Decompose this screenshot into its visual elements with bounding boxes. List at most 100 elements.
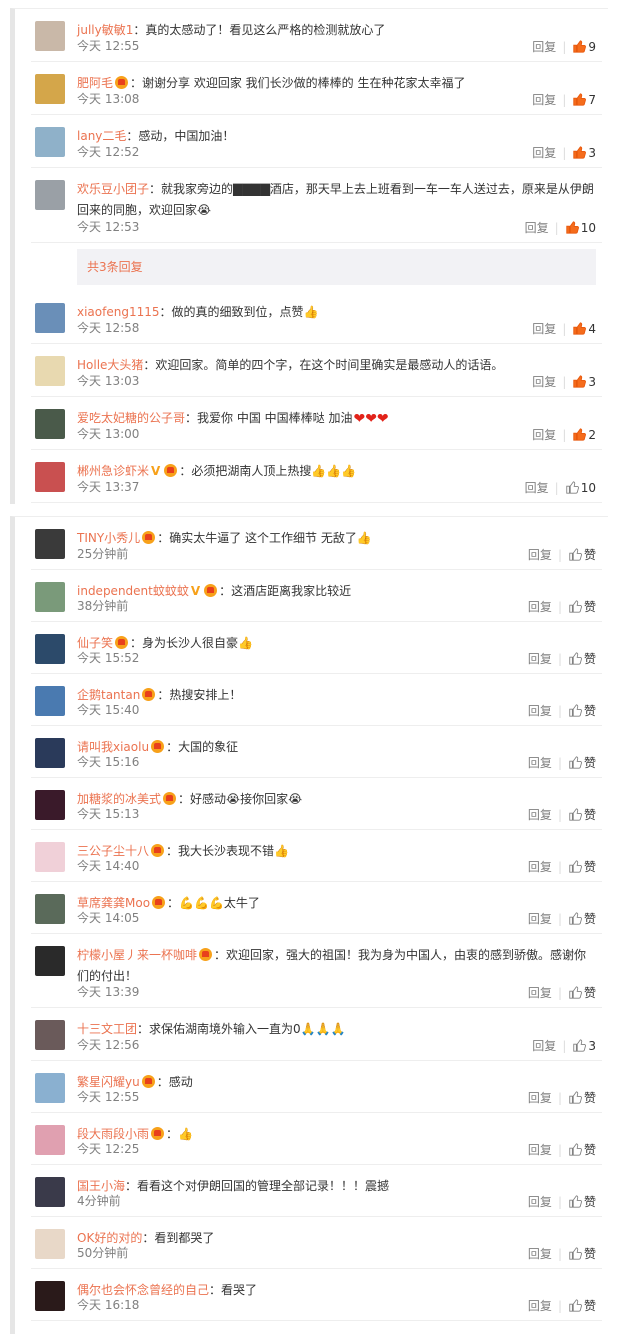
- avatar[interactable]: [35, 303, 65, 333]
- emoji-icon: 👍: [238, 636, 253, 650]
- username-link[interactable]: 肥阿毛: [77, 76, 113, 90]
- avatar[interactable]: [35, 1073, 65, 1103]
- username-link[interactable]: Holle大头猪: [77, 358, 143, 372]
- reply-button[interactable]: 回复: [532, 38, 556, 55]
- username-link[interactable]: 爱吃太妃糖的公子哥: [77, 411, 185, 425]
- reply-button[interactable]: 回复: [532, 426, 556, 443]
- avatar[interactable]: [35, 462, 65, 492]
- username-link[interactable]: 请叫我xiaolu: [77, 740, 149, 754]
- like-button[interactable]: 10: [565, 480, 596, 495]
- comment-actions: 回复 | 赞: [528, 1089, 596, 1106]
- avatar[interactable]: [35, 842, 65, 872]
- reply-button[interactable]: 回复: [528, 1297, 552, 1314]
- avatar[interactable]: [35, 529, 65, 559]
- like-button[interactable]: 赞: [568, 806, 596, 823]
- reply-button[interactable]: 回复: [528, 1089, 552, 1106]
- username-link[interactable]: OK好的对的: [77, 1231, 142, 1245]
- reply-button[interactable]: 回复: [528, 1141, 552, 1158]
- avatar[interactable]: [35, 180, 65, 210]
- username-link[interactable]: 偶尔也会怀念曾经的自己: [77, 1283, 209, 1297]
- reply-button[interactable]: 回复: [528, 650, 552, 667]
- username-link[interactable]: 国王小海: [77, 1179, 125, 1193]
- like-button[interactable]: 赞: [568, 598, 596, 615]
- reply-button[interactable]: 回复: [525, 219, 549, 236]
- username-link[interactable]: TINY小秀儿: [77, 531, 140, 545]
- avatar[interactable]: [35, 790, 65, 820]
- username-link[interactable]: 十三文工团: [77, 1022, 137, 1036]
- like-button[interactable]: 2: [572, 427, 596, 442]
- username-link[interactable]: 郴州急诊虾米: [77, 464, 149, 478]
- avatar[interactable]: [35, 1125, 65, 1155]
- username-link[interactable]: independent蚊蚊蚊: [77, 584, 189, 598]
- like-button[interactable]: 赞: [568, 1245, 596, 1262]
- reply-button[interactable]: 回复: [532, 1037, 556, 1054]
- avatar[interactable]: [35, 356, 65, 386]
- avatar[interactable]: [35, 1020, 65, 1050]
- like-button[interactable]: 赞: [568, 858, 596, 875]
- username-link[interactable]: 段大雨段小雨: [77, 1127, 149, 1141]
- username-link[interactable]: jully敏敏1: [77, 23, 133, 37]
- like-button[interactable]: 赞: [568, 910, 596, 927]
- reply-button[interactable]: 回复: [528, 806, 552, 823]
- reply-button[interactable]: 回复: [532, 320, 556, 337]
- like-button[interactable]: 赞: [568, 1089, 596, 1106]
- like-button[interactable]: 赞: [568, 546, 596, 563]
- like-button[interactable]: 7: [572, 92, 596, 107]
- avatar[interactable]: [35, 409, 65, 439]
- username-link[interactable]: lany二毛: [77, 129, 126, 143]
- like-button[interactable]: 赞: [568, 1141, 596, 1158]
- avatar[interactable]: [35, 634, 65, 664]
- reply-button[interactable]: 回复: [528, 858, 552, 875]
- like-button[interactable]: 3: [572, 1038, 596, 1053]
- username-link[interactable]: 欢乐豆小团子: [77, 182, 149, 196]
- like-button[interactable]: 赞: [568, 1297, 596, 1314]
- comment-actions: 回复 | 赞: [528, 984, 596, 1001]
- avatar[interactable]: [35, 946, 65, 976]
- username-link[interactable]: 草席龚龚Moo: [77, 896, 150, 910]
- avatar[interactable]: [35, 21, 65, 51]
- username-link[interactable]: 仙子笑: [77, 636, 113, 650]
- reply-button[interactable]: 回复: [528, 598, 552, 615]
- username-link[interactable]: 企鹅tantan: [77, 688, 140, 702]
- like-button[interactable]: 赞: [568, 650, 596, 667]
- like-button[interactable]: 赞: [568, 1193, 596, 1210]
- like-button[interactable]: 赞: [568, 754, 596, 771]
- like-button[interactable]: 10: [565, 220, 596, 235]
- username-link[interactable]: 三公子尘十八: [77, 844, 149, 858]
- like-count: 2: [588, 428, 596, 442]
- member-badge-icon: [142, 531, 156, 544]
- like-button[interactable]: 赞: [568, 984, 596, 1001]
- reply-button[interactable]: 回复: [528, 910, 552, 927]
- reply-button[interactable]: 回复: [528, 546, 552, 563]
- reply-button[interactable]: 回复: [528, 1193, 552, 1210]
- avatar[interactable]: [35, 738, 65, 768]
- comment-time: 4分钟前: [77, 1194, 121, 1208]
- avatar[interactable]: [35, 1229, 65, 1259]
- like-button[interactable]: 3: [572, 145, 596, 160]
- avatar[interactable]: [35, 894, 65, 924]
- avatar[interactable]: [35, 127, 65, 157]
- username-link[interactable]: 繁星闪耀yu: [77, 1075, 140, 1089]
- reply-button[interactable]: 回复: [525, 479, 549, 496]
- like-button[interactable]: 3: [572, 374, 596, 389]
- reply-button[interactable]: 回复: [528, 984, 552, 1001]
- reply-button[interactable]: 回复: [532, 373, 556, 390]
- like-button[interactable]: 赞: [568, 702, 596, 719]
- reply-button[interactable]: 回复: [528, 702, 552, 719]
- avatar[interactable]: [35, 1177, 65, 1207]
- avatar[interactable]: [35, 686, 65, 716]
- like-button[interactable]: 4: [572, 321, 596, 336]
- reply-button[interactable]: 回复: [532, 91, 556, 108]
- username-link[interactable]: xiaofeng1115: [77, 305, 160, 319]
- avatar[interactable]: [35, 74, 65, 104]
- reply-button[interactable]: 回复: [528, 1245, 552, 1262]
- avatar[interactable]: [35, 582, 65, 612]
- username-link[interactable]: 柠檬小屋丿来一杯咖啡: [77, 948, 197, 962]
- reply-count-link[interactable]: 共3条回复: [77, 249, 596, 285]
- thumbs-up-icon: [573, 322, 587, 335]
- reply-button[interactable]: 回复: [528, 754, 552, 771]
- username-link[interactable]: 加糖浆的冰美式: [77, 792, 161, 806]
- reply-button[interactable]: 回复: [532, 144, 556, 161]
- like-button[interactable]: 9: [572, 39, 596, 54]
- avatar[interactable]: [35, 1281, 65, 1311]
